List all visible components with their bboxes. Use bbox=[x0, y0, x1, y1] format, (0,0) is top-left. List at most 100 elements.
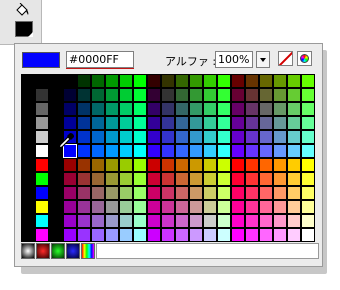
color-swatch[interactable] bbox=[245, 172, 259, 186]
color-swatch[interactable] bbox=[301, 228, 315, 242]
color-swatch[interactable] bbox=[245, 88, 259, 102]
color-swatch[interactable] bbox=[301, 88, 315, 102]
color-swatch[interactable] bbox=[203, 102, 217, 116]
color-swatch[interactable] bbox=[49, 214, 63, 228]
color-swatch[interactable] bbox=[273, 172, 287, 186]
color-swatch[interactable] bbox=[63, 158, 77, 172]
color-swatch[interactable] bbox=[77, 158, 91, 172]
color-swatch[interactable] bbox=[105, 228, 119, 242]
color-swatch[interactable] bbox=[77, 186, 91, 200]
color-swatch[interactable] bbox=[147, 158, 161, 172]
color-swatch[interactable] bbox=[217, 214, 231, 228]
color-swatch[interactable] bbox=[133, 130, 147, 144]
color-swatch[interactable] bbox=[217, 88, 231, 102]
color-swatch[interactable] bbox=[147, 116, 161, 130]
color-swatch[interactable] bbox=[21, 214, 35, 228]
color-swatch[interactable] bbox=[175, 116, 189, 130]
color-swatch[interactable] bbox=[287, 214, 301, 228]
color-swatch[interactable] bbox=[203, 88, 217, 102]
color-swatch[interactable] bbox=[175, 130, 189, 144]
color-swatch[interactable] bbox=[301, 158, 315, 172]
color-swatch[interactable] bbox=[273, 228, 287, 242]
color-swatch[interactable] bbox=[259, 116, 273, 130]
color-swatch[interactable] bbox=[133, 158, 147, 172]
color-swatch[interactable] bbox=[203, 74, 217, 88]
color-swatch[interactable] bbox=[133, 88, 147, 102]
color-swatch[interactable] bbox=[287, 158, 301, 172]
color-swatch[interactable] bbox=[119, 144, 133, 158]
color-swatch[interactable] bbox=[147, 102, 161, 116]
color-swatch[interactable] bbox=[189, 102, 203, 116]
color-swatch[interactable] bbox=[301, 74, 315, 88]
color-swatch[interactable] bbox=[161, 74, 175, 88]
color-swatch[interactable] bbox=[301, 186, 315, 200]
color-swatch[interactable] bbox=[161, 228, 175, 242]
color-swatch[interactable] bbox=[49, 172, 63, 186]
color-swatch[interactable] bbox=[175, 88, 189, 102]
color-swatch[interactable] bbox=[301, 144, 315, 158]
color-swatch[interactable] bbox=[301, 214, 315, 228]
color-swatch[interactable] bbox=[91, 74, 105, 88]
color-swatch[interactable] bbox=[119, 214, 133, 228]
color-swatch[interactable] bbox=[21, 172, 35, 186]
color-swatch[interactable] bbox=[119, 116, 133, 130]
color-swatch[interactable] bbox=[21, 200, 35, 214]
color-swatch[interactable] bbox=[189, 214, 203, 228]
color-swatch[interactable] bbox=[259, 130, 273, 144]
color-swatch[interactable] bbox=[105, 130, 119, 144]
color-swatch[interactable] bbox=[203, 200, 217, 214]
color-swatch[interactable] bbox=[21, 158, 35, 172]
color-swatch[interactable] bbox=[77, 214, 91, 228]
color-swatch[interactable] bbox=[133, 200, 147, 214]
color-swatch[interactable] bbox=[133, 186, 147, 200]
color-swatch[interactable] bbox=[231, 102, 245, 116]
color-swatch[interactable] bbox=[63, 214, 77, 228]
color-swatch[interactable] bbox=[301, 130, 315, 144]
color-swatch[interactable] bbox=[119, 200, 133, 214]
color-swatch[interactable] bbox=[35, 158, 49, 172]
color-swatch[interactable] bbox=[35, 228, 49, 242]
color-swatch[interactable] bbox=[105, 102, 119, 116]
color-swatch[interactable] bbox=[49, 74, 63, 88]
color-swatch[interactable] bbox=[287, 74, 301, 88]
color-swatch[interactable] bbox=[175, 172, 189, 186]
color-swatch[interactable] bbox=[91, 228, 105, 242]
color-swatch[interactable] bbox=[189, 144, 203, 158]
gradient-swatch-rainbow[interactable] bbox=[81, 243, 95, 259]
color-swatch[interactable] bbox=[161, 200, 175, 214]
color-swatch[interactable] bbox=[91, 144, 105, 158]
gradient-swatch-green[interactable] bbox=[51, 243, 65, 259]
color-swatch[interactable] bbox=[287, 130, 301, 144]
color-swatch[interactable] bbox=[203, 186, 217, 200]
color-swatch[interactable] bbox=[189, 158, 203, 172]
color-swatch[interactable] bbox=[217, 102, 231, 116]
paint-bucket-icon[interactable] bbox=[13, 2, 31, 19]
color-swatch[interactable] bbox=[245, 102, 259, 116]
color-swatch[interactable] bbox=[91, 214, 105, 228]
color-swatch[interactable] bbox=[189, 88, 203, 102]
color-swatch[interactable] bbox=[77, 144, 91, 158]
color-swatch[interactable] bbox=[301, 116, 315, 130]
color-swatch[interactable] bbox=[77, 88, 91, 102]
color-swatch[interactable] bbox=[287, 228, 301, 242]
color-swatch[interactable] bbox=[77, 228, 91, 242]
color-swatch[interactable] bbox=[273, 130, 287, 144]
color-swatch[interactable] bbox=[49, 116, 63, 130]
color-swatch[interactable] bbox=[217, 200, 231, 214]
color-swatch[interactable] bbox=[119, 158, 133, 172]
color-swatch[interactable] bbox=[203, 214, 217, 228]
color-swatch[interactable] bbox=[175, 74, 189, 88]
color-swatch[interactable] bbox=[231, 116, 245, 130]
color-swatch[interactable] bbox=[77, 130, 91, 144]
color-swatch[interactable] bbox=[259, 158, 273, 172]
color-swatch[interactable] bbox=[119, 130, 133, 144]
color-swatch[interactable] bbox=[287, 172, 301, 186]
color-swatch[interactable] bbox=[175, 144, 189, 158]
color-swatch[interactable] bbox=[63, 74, 77, 88]
color-swatch[interactable] bbox=[189, 228, 203, 242]
color-swatch[interactable] bbox=[147, 228, 161, 242]
color-swatch[interactable] bbox=[245, 228, 259, 242]
color-swatch[interactable] bbox=[161, 102, 175, 116]
color-swatch[interactable] bbox=[161, 186, 175, 200]
color-swatch[interactable] bbox=[49, 102, 63, 116]
